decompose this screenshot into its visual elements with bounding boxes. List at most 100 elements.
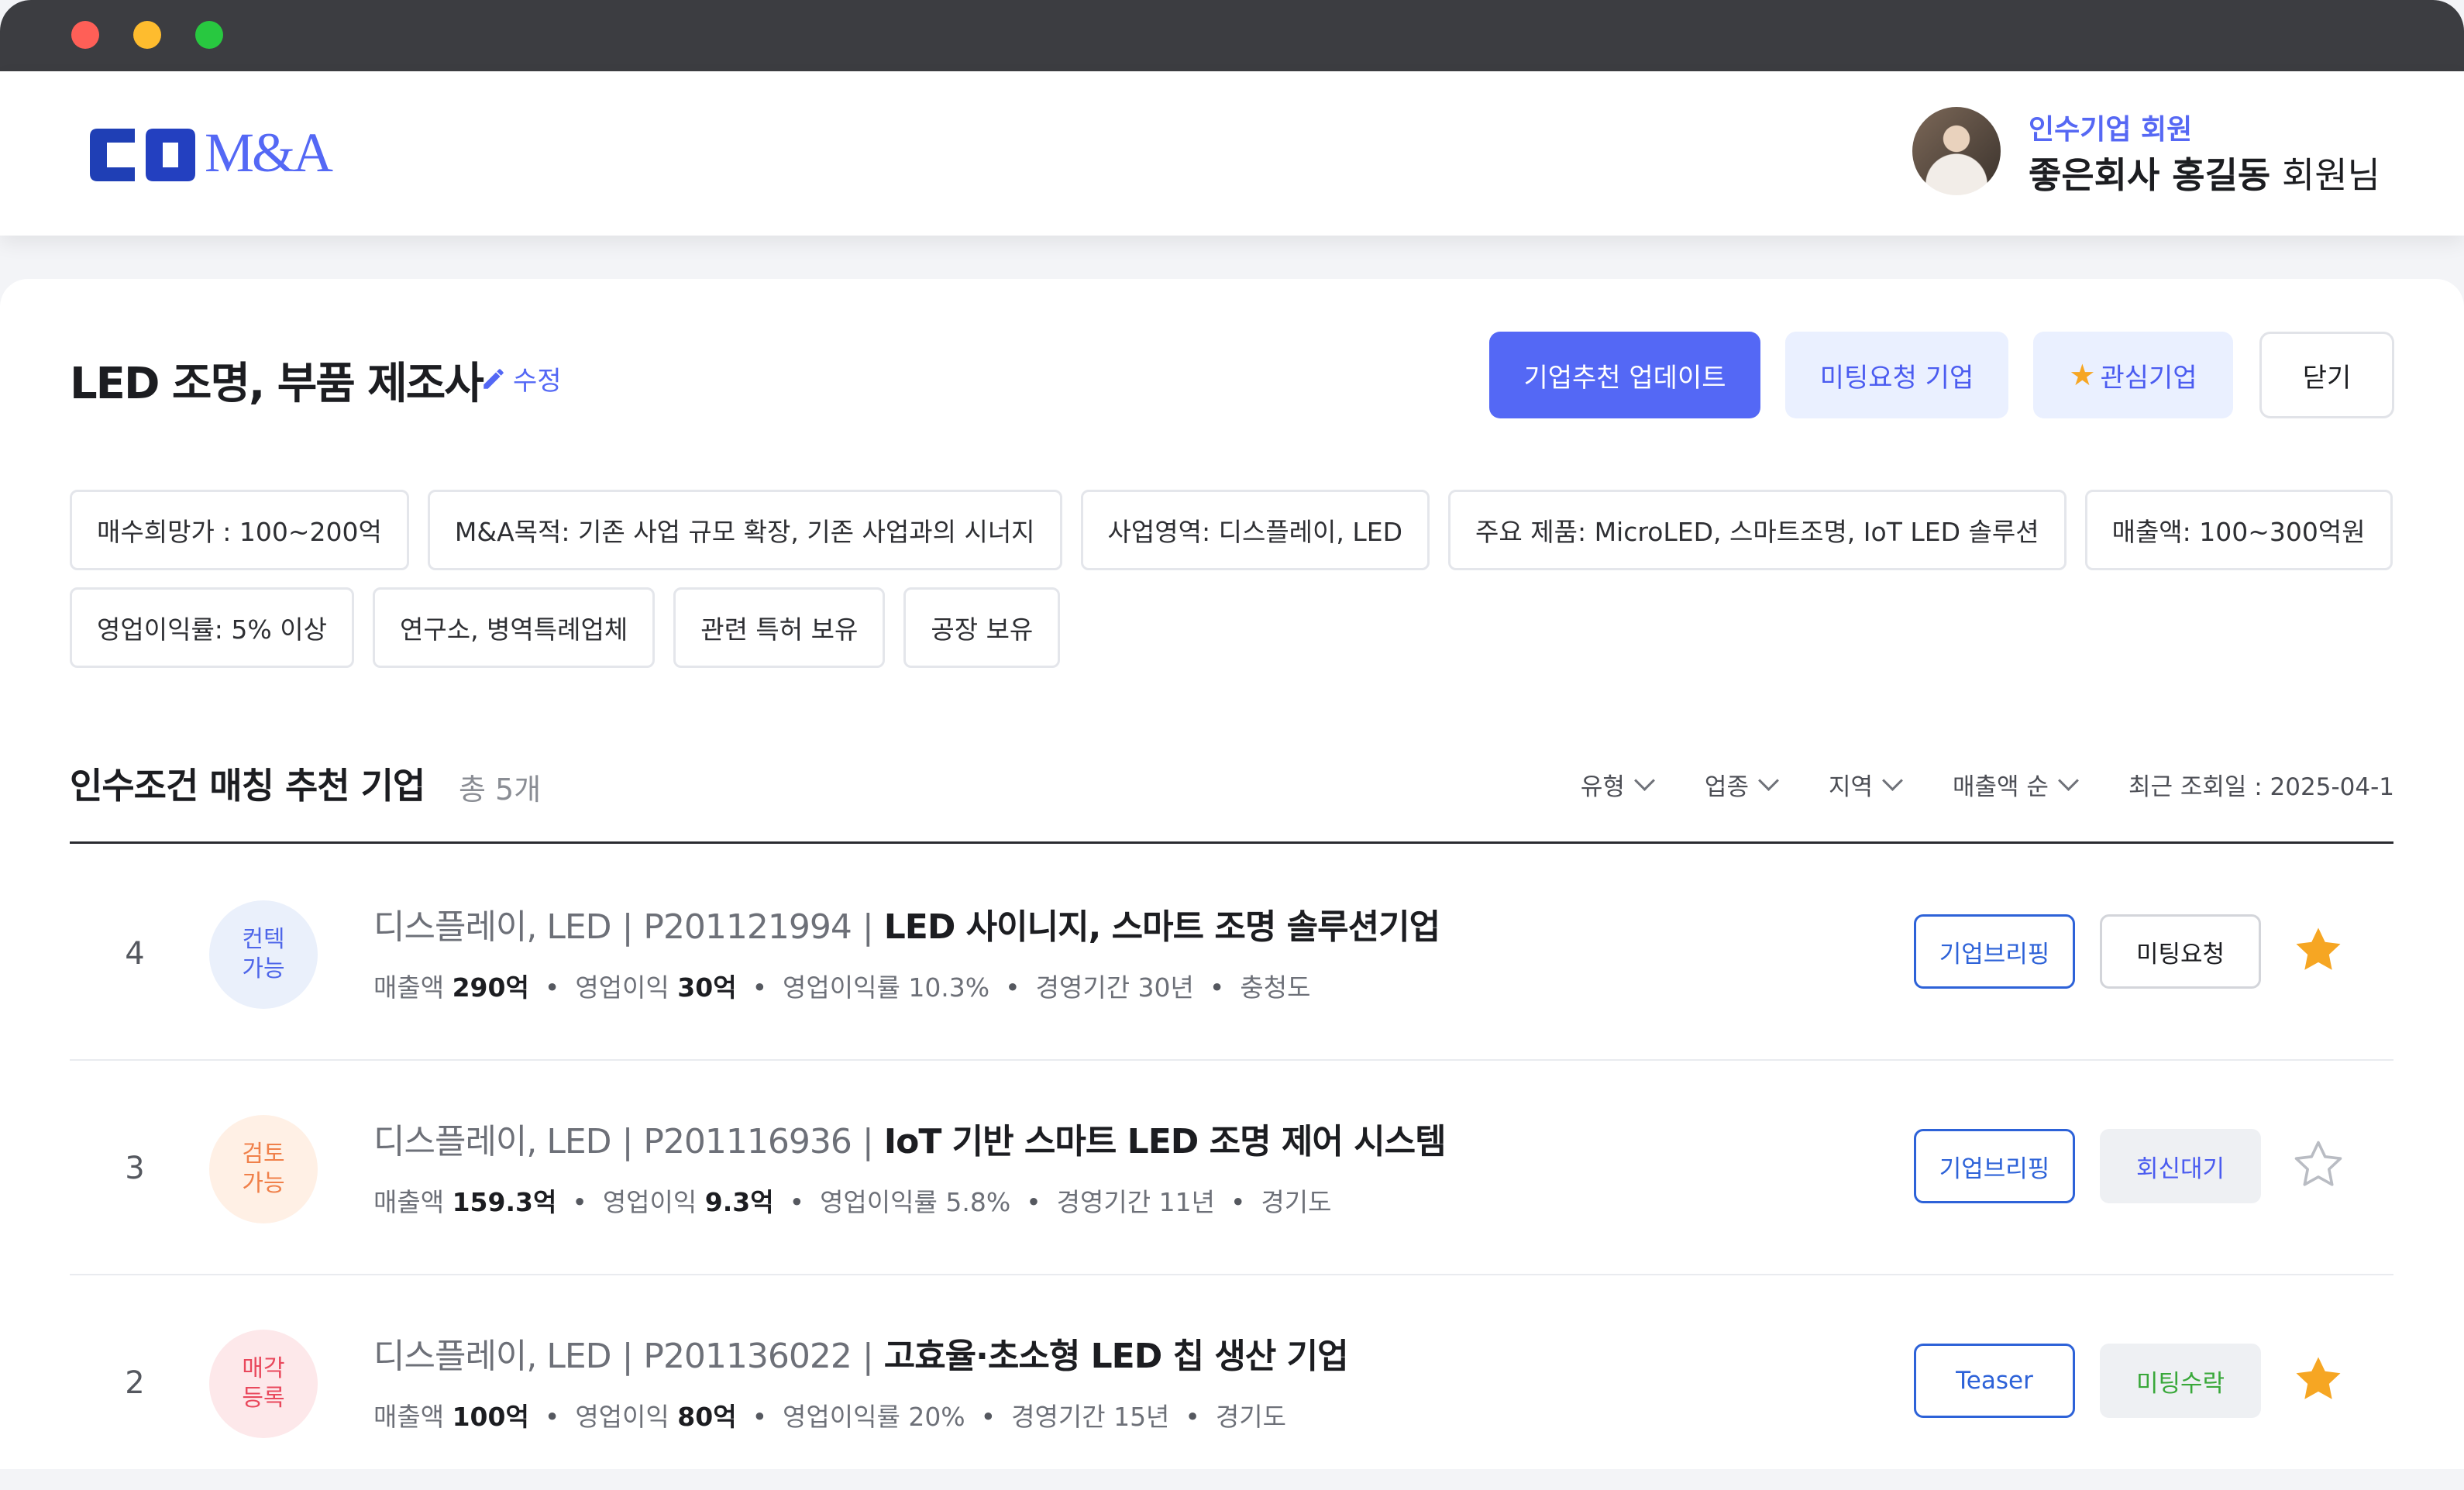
company-row[interactable]: 2 매각 등록 디스플레이, LED | P201136022 | 고효율·초소… <box>70 1275 2393 1490</box>
logo[interactable]: M&A <box>87 119 335 189</box>
last-viewed-date: 최근 조회일 : 2025-04-1 <box>2128 773 2394 801</box>
op-label: 영업이익 <box>575 972 669 1003</box>
company-code: P201121994 <box>643 907 852 947</box>
years-text: 경영기간 15년 <box>1011 1402 1170 1432</box>
main-card: LED 조명, 부품 제조사 수정 기업추천 업데이트 미팅요청 기업 ★ 관심… <box>0 279 2464 1469</box>
company-category: 디스플레이, LED <box>373 1122 612 1161</box>
chevron-down-icon <box>1633 770 1655 791</box>
company-row[interactable]: 3 검토 가능 디스플레이, LED | P201116936 | IoT 기반… <box>70 1061 2393 1275</box>
rank-number: 2 <box>125 1365 145 1401</box>
condition-tag: 영업이익률: 5% 이상 <box>70 587 354 668</box>
briefing-button[interactable]: 기업브리핑 <box>1914 1129 2075 1203</box>
member-name: 좋은회사 홍길동 회원님 <box>2029 147 2380 198</box>
window-minimize-dot[interactable] <box>133 21 161 49</box>
dot-separator: • <box>1026 1187 1041 1217</box>
rank-number: 3 <box>125 1151 145 1186</box>
filter-industry-dropdown[interactable]: 업종 <box>1704 767 1779 802</box>
margin-text: 영업이익률 5.8% <box>820 1187 1011 1217</box>
condition-tag: 관련 특허 보유 <box>673 587 886 668</box>
separator: | <box>621 1122 634 1161</box>
op-label: 영업이익 <box>602 1187 697 1217</box>
region-text: 충청도 <box>1240 972 1311 1003</box>
condition-tag: 매출액: 100~300억원 <box>2084 490 2393 570</box>
member-suffix: 회원님 <box>2281 154 2380 196</box>
company-name[interactable]: LED 사이니지, 스마트 조명 솔루션기업 <box>884 899 1440 948</box>
favorites-button[interactable]: ★ 관심기업 <box>2033 332 2233 418</box>
company-name[interactable]: 고효율·초소형 LED 칩 생산 기업 <box>884 1328 1349 1378</box>
separator: | <box>862 1122 874 1161</box>
separator: | <box>621 1337 634 1376</box>
sales-label: 매출액 <box>373 972 445 1003</box>
star-icon: ★ <box>2069 358 2096 392</box>
favorite-star-icon[interactable] <box>2290 922 2346 978</box>
company-metrics: 매출액 100억 • 영업이익 80억 • 영업이익률 20% • 경영기간 1… <box>373 1396 1286 1433</box>
filter-label: 업종 <box>1704 773 1749 801</box>
page-title: LED 조명, 부품 제조사 <box>70 359 484 409</box>
chevron-down-icon <box>2058 770 2079 791</box>
favorite-star-icon[interactable] <box>2290 1137 2346 1192</box>
close-button[interactable]: 닫기 <box>2259 332 2394 418</box>
status-badge: 검토 가능 <box>209 1115 318 1223</box>
company-metrics: 매출액 159.3억 • 영업이익 9.3억 • 영업이익률 5.8% • 경영… <box>373 1182 1332 1219</box>
company-name[interactable]: IoT 기반 스마트 LED 조명 제어 시스템 <box>884 1113 1447 1163</box>
teaser-button[interactable]: Teaser <box>1914 1344 2075 1418</box>
filter-label: 매출액 순 <box>1953 773 2049 801</box>
window-titlebar <box>0 0 2464 71</box>
meeting-request-button[interactable]: 미팅요청 <box>2100 914 2261 989</box>
sales-value: 159.3억 <box>452 1187 557 1217</box>
op-label: 영업이익 <box>575 1402 669 1432</box>
op-value: 30억 <box>677 972 737 1003</box>
dot-separator: • <box>789 1187 805 1217</box>
awaiting-reply-button[interactable]: 회신대기 <box>2100 1129 2261 1203</box>
list-title: 인수조건 매칭 추천 기업 <box>70 765 425 807</box>
filter-region-dropdown[interactable]: 지역 <box>1829 767 1903 802</box>
company-row[interactable]: 4 컨텍 가능 디스플레이, LED | P201121994 | LED 사이… <box>70 846 2393 1061</box>
avatar[interactable] <box>1912 107 2001 195</box>
member-type-label: 인수기업 회원 <box>2029 114 2193 146</box>
window-maximize-dot[interactable] <box>195 21 223 49</box>
separator: | <box>862 907 874 947</box>
region-text: 경기도 <box>1215 1402 1286 1432</box>
dot-separator: • <box>752 972 768 1003</box>
dot-separator: • <box>1230 1187 1246 1217</box>
condition-tags: 매수희망가 : 100~200억 M&A목적: 기존 사업 규모 확장, 기존 … <box>70 490 2410 668</box>
condition-tag: 공장 보유 <box>903 587 1061 668</box>
condition-tag: 연구소, 병역특례업체 <box>372 587 656 668</box>
chevron-down-icon <box>1758 770 1779 791</box>
favorites-label: 관심기업 <box>2100 362 2197 394</box>
favorite-star-icon[interactable] <box>2290 1351 2346 1407</box>
years-text: 경영기간 11년 <box>1056 1187 1215 1217</box>
dot-separator: • <box>980 1402 996 1432</box>
dot-separator: • <box>1005 972 1020 1003</box>
edit-label: 수정 <box>513 366 562 397</box>
dot-separator: • <box>544 972 560 1003</box>
company-metrics: 매출액 290억 • 영업이익 30억 • 영업이익률 10.3% • 경영기간… <box>373 967 1310 1004</box>
filter-type-dropdown[interactable]: 유형 <box>1581 767 1655 802</box>
app-header: M&A 인수기업 회원 좋은회사 홍길동 회원님 <box>0 71 2464 236</box>
condition-tag: 매수희망가 : 100~200억 <box>70 490 409 570</box>
company-headline: 디스플레이, LED | P201116936 | IoT 기반 스마트 LED… <box>373 1113 1447 1163</box>
member-company: 좋은회사 홍길동 <box>2029 154 2271 196</box>
pencil-icon <box>484 368 504 389</box>
window-close-dot[interactable] <box>71 21 99 49</box>
sort-sales-dropdown[interactable]: 매출액 순 <box>1953 767 2079 802</box>
briefing-button[interactable]: 기업브리핑 <box>1914 914 2075 989</box>
edit-button[interactable]: 수정 <box>480 360 562 397</box>
filter-bar: 유형 업종 지역 매출액 순 최근 조회일 : 2025-04-1 <box>1581 767 2394 802</box>
list-count: 총 5개 <box>459 773 542 807</box>
status-badge: 컨텍 가능 <box>209 900 318 1009</box>
meeting-requests-button[interactable]: 미팅요청 기업 <box>1785 332 2008 418</box>
meeting-accepted-button[interactable]: 미팅수락 <box>2100 1344 2261 1418</box>
dot-separator: • <box>1185 1402 1200 1432</box>
update-recommendation-button[interactable]: 기업추천 업데이트 <box>1489 332 1760 418</box>
dot-separator: • <box>544 1402 560 1432</box>
sales-value: 290억 <box>452 972 529 1003</box>
dot-separator: • <box>1209 972 1225 1003</box>
condition-tag: 주요 제품: MicroLED, 스마트조명, IoT LED 솔루션 <box>1448 490 2067 570</box>
separator: | <box>862 1337 874 1376</box>
separator: | <box>621 907 634 947</box>
company-headline: 디스플레이, LED | P201121994 | LED 사이니지, 스마트 … <box>373 899 1440 948</box>
margin-text: 영업이익률 10.3% <box>783 972 990 1003</box>
rank-number: 4 <box>125 936 145 972</box>
sales-label: 매출액 <box>373 1402 445 1432</box>
